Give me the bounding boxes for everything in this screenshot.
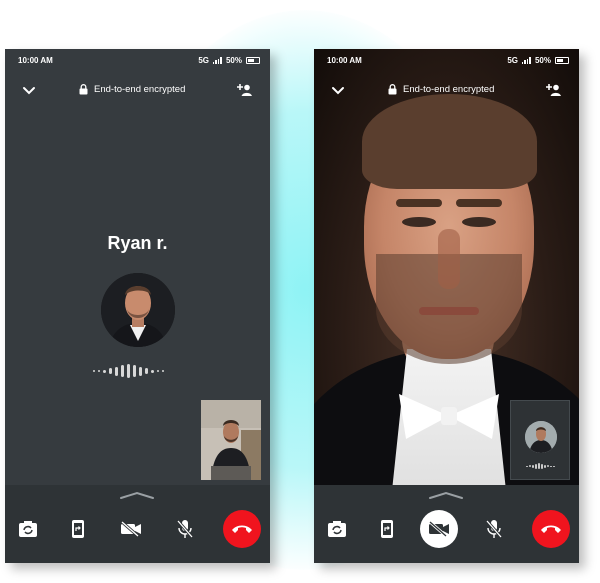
flip-camera-button[interactable] — [8, 509, 48, 549]
network-label: 5G — [507, 55, 518, 65]
battery-label: 50% — [534, 55, 551, 65]
share-screen-button[interactable] — [367, 509, 407, 549]
mic-off-icon — [486, 520, 502, 538]
hang-up-icon — [541, 525, 561, 533]
signal-icon — [521, 56, 531, 64]
phone-voice-call: 10:00 AM 5G 50% End-to-end encrypted Rya… — [5, 49, 270, 563]
flip-camera-icon — [328, 521, 346, 537]
phone-video-call: 10:00 AM 5G 50% End-to-end encrypted — [314, 49, 579, 563]
encryption-notice: End-to-end encrypted — [388, 84, 494, 95]
self-video-preview[interactable] — [510, 400, 570, 480]
add-user-icon[interactable] — [236, 83, 252, 97]
flip-camera-icon — [19, 521, 37, 537]
call-header: End-to-end encrypted — [314, 79, 579, 101]
video-off-button[interactable] — [420, 510, 458, 548]
video-off-icon — [121, 521, 141, 537]
lock-icon — [388, 84, 397, 95]
video-off-button[interactable] — [111, 509, 151, 549]
chevron-down-icon[interactable] — [22, 84, 36, 96]
caller-avatar — [101, 273, 175, 347]
drag-handle[interactable] — [119, 491, 155, 499]
battery-label: 50% — [225, 55, 242, 65]
chevron-down-icon[interactable] — [331, 84, 345, 96]
add-user-icon[interactable] — [545, 83, 561, 97]
hang-up-icon — [232, 525, 252, 533]
mic-off-icon — [177, 520, 193, 538]
flip-camera-button[interactable] — [317, 509, 357, 549]
status-bar: 10:00 AM 5G 50% — [314, 49, 579, 71]
end-call-button[interactable] — [532, 510, 570, 548]
end-call-button[interactable] — [223, 510, 261, 548]
network-label: 5G — [198, 55, 209, 65]
mute-button[interactable] — [165, 509, 205, 549]
voice-activity-wave — [93, 364, 164, 378]
share-screen-button[interactable] — [58, 509, 98, 549]
battery-icon — [246, 56, 260, 64]
share-screen-icon — [381, 520, 393, 538]
mute-button[interactable] — [474, 509, 514, 549]
video-off-icon — [429, 521, 449, 537]
lock-icon — [79, 84, 88, 95]
status-bar: 10:00 AM 5G 50% — [5, 49, 270, 71]
drag-handle[interactable] — [428, 491, 464, 499]
caller-name: Ryan r. — [107, 233, 168, 253]
share-screen-icon — [72, 520, 84, 538]
status-time: 10:00 AM — [327, 55, 362, 65]
voice-activity-wave — [526, 463, 555, 469]
battery-icon — [555, 56, 569, 64]
status-time: 10:00 AM — [18, 55, 53, 65]
call-header: End-to-end encrypted — [5, 79, 270, 101]
signal-icon — [212, 56, 222, 64]
self-video-preview[interactable] — [201, 400, 261, 480]
call-controls — [314, 485, 579, 563]
self-avatar — [525, 421, 557, 453]
call-controls — [5, 485, 270, 563]
encryption-label: End-to-end encrypted — [403, 84, 495, 95]
encryption-label: End-to-end encrypted — [94, 84, 186, 95]
encryption-notice: End-to-end encrypted — [79, 84, 185, 95]
